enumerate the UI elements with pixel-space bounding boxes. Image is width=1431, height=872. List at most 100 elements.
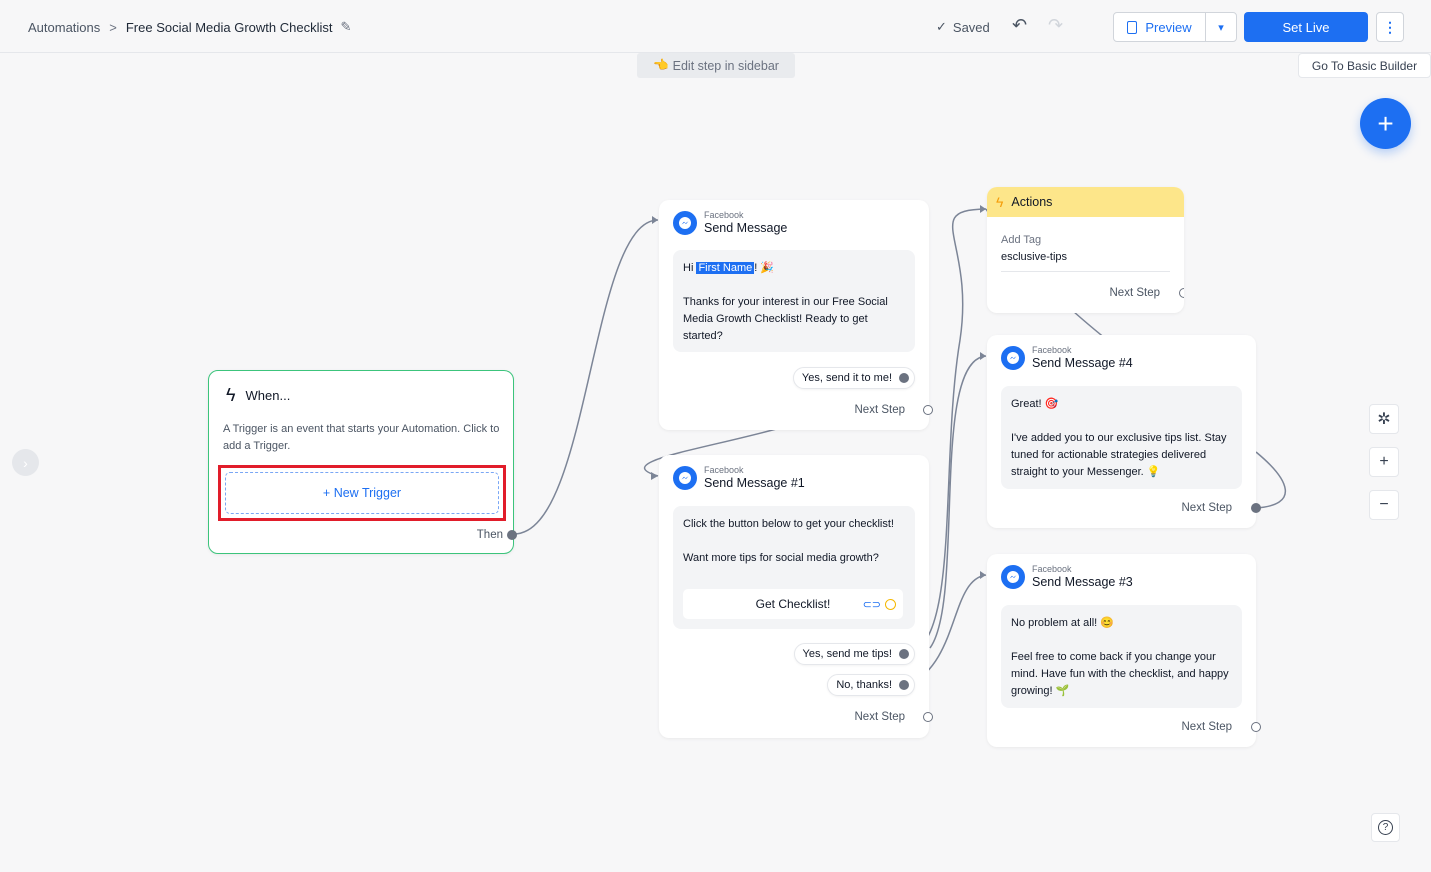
trigger-card[interactable]: ϟ When... A Trigger is an event that sta… — [208, 370, 517, 554]
zoom-out-icon[interactable]: − — [1369, 490, 1399, 520]
next-step-label: Next Step — [1181, 502, 1233, 514]
check-icon: ✓ — [936, 19, 947, 34]
trigger-description: A Trigger is an event that starts your A… — [223, 423, 500, 452]
action-value: esclusive-tips — [1001, 251, 1068, 263]
edit-hint-label: Edit step in sidebar — [672, 58, 779, 73]
get-checklist-button[interactable]: Get Checklist! ⊂⊃ — [683, 589, 903, 619]
send-message-3-header: Facebook Send Message #3 — [1001, 564, 1133, 589]
next-step-port[interactable] — [1251, 503, 1261, 513]
chevron-right-icon[interactable]: › — [12, 449, 39, 476]
message-text: I've added you to our exclusive tips lis… — [1011, 432, 1227, 478]
message-text: Thanks for your interest in our Free Soc… — [683, 296, 888, 342]
quick-reply-label: Yes, send it to me! — [801, 372, 892, 384]
platform-label: Facebook — [704, 465, 744, 475]
preview-button[interactable]: Preview — [1114, 13, 1206, 41]
divider — [1001, 271, 1170, 272]
next-step-label: Next Step — [854, 404, 906, 416]
actions-card[interactable]: ϟ Actions Add Tag esclusive-tips Next St… — [987, 187, 1184, 313]
magic-wand-icon[interactable]: ✲ — [1369, 404, 1399, 434]
arrowhead — [980, 571, 986, 579]
breadcrumb-separator: > — [109, 19, 117, 35]
edit-hint: 👈 Edit step in sidebar — [637, 53, 795, 78]
plus-icon[interactable]: + — [1360, 98, 1411, 149]
action-label: Add Tag — [1001, 234, 1042, 246]
help-icon: ? — [1378, 820, 1393, 835]
next-step-label: Next Step — [1181, 721, 1233, 733]
saved-label: Saved — [952, 19, 990, 35]
zoom-in-icon[interactable]: + — [1369, 447, 1399, 477]
preview-button-group: Preview ▾ — [1113, 12, 1237, 42]
wire-trigger-to-send-message — [513, 219, 659, 535]
next-step-port[interactable] — [1251, 722, 1261, 732]
breadcrumb: Automations > Free Social Media Growth C… — [28, 19, 351, 35]
then-label: Then — [476, 529, 503, 541]
bolt-icon: ϟ — [996, 194, 1004, 210]
quick-reply-label: Yes, send me tips! — [802, 648, 892, 660]
top-bar: Automations > Free Social Media Growth C… — [0, 0, 1431, 53]
new-trigger-button[interactable]: + New Trigger — [225, 472, 499, 514]
help-button[interactable]: ? — [1371, 813, 1400, 842]
kebab-icon[interactable]: ⋮ — [1376, 12, 1404, 42]
link-icon: ⊂⊃ — [862, 599, 881, 611]
automation-title: Free Social Media Growth Checklist — [125, 19, 333, 35]
messenger-icon — [673, 465, 697, 490]
step-title: Send Message #1 — [704, 476, 805, 490]
bolt-icon: ϟ — [226, 385, 236, 405]
message-text: No problem at all! 😊 — [1011, 617, 1114, 629]
send-message-1-card[interactable]: Facebook Send Message #1 Click the butto… — [659, 455, 933, 738]
step-title: Send Message #4 — [1032, 356, 1133, 370]
pencil-icon[interactable]: ✎ — [341, 19, 352, 35]
arrowhead — [980, 205, 986, 213]
arrowhead — [652, 216, 658, 224]
message-bubble[interactable]: Click the button below to get your check… — [673, 506, 915, 629]
first-name-token: First Name — [696, 262, 755, 274]
next-step-port[interactable] — [923, 712, 933, 722]
next-step-port[interactable] — [923, 405, 933, 415]
redo-icon[interactable]: ↷ — [1048, 15, 1063, 36]
quick-reply-port[interactable] — [899, 680, 909, 690]
quick-reply-label: No, thanks! — [836, 679, 892, 691]
quick-reply[interactable]: Yes, send me tips! — [793, 643, 915, 665]
actions-title: Actions — [1011, 195, 1053, 209]
actions-header: ϟ Actions — [987, 187, 1184, 217]
step-title: Send Message #3 — [1032, 575, 1133, 589]
arrowhead — [651, 472, 658, 480]
message-text: Great! 🎯 — [1011, 398, 1059, 410]
next-step-label: Next Step — [854, 711, 906, 723]
message-text: Want more tips for social media growth? — [683, 552, 879, 564]
greeting-suffix: ! 🎉 — [754, 262, 775, 274]
platform-label: Facebook — [704, 210, 744, 220]
messenger-icon — [673, 210, 697, 235]
next-step-port[interactable] — [1179, 288, 1184, 298]
quick-reply-port[interactable] — [899, 373, 909, 383]
messenger-icon — [1001, 564, 1025, 589]
then-port[interactable] — [507, 530, 517, 540]
chevron-down-icon[interactable]: ▾ — [1206, 13, 1236, 41]
quick-reply[interactable]: No, thanks! — [827, 674, 915, 696]
set-live-button[interactable]: Set Live — [1244, 12, 1368, 42]
action-item[interactable]: Add Tag esclusive-tips — [1001, 232, 1067, 266]
breadcrumb-automations-link[interactable]: Automations — [28, 20, 100, 35]
next-step-label: Next Step — [1109, 287, 1161, 299]
message-bubble[interactable]: Hi First Name! 🎉 Thanks for your interes… — [673, 250, 915, 352]
send-message-card[interactable]: Facebook Send Message Hi First Name! 🎉 T… — [659, 200, 933, 430]
send-message-4-card[interactable]: Facebook Send Message #4 Great! 🎯 I've a… — [987, 335, 1261, 528]
step-title: Send Message — [704, 221, 788, 235]
document-icon — [1127, 20, 1138, 34]
new-trigger-highlight: + New Trigger — [218, 465, 506, 521]
send-message-header: Facebook Send Message — [673, 210, 787, 235]
saved-status: ✓ Saved — [936, 19, 990, 35]
get-checklist-label: Get Checklist! — [755, 596, 831, 611]
message-bubble[interactable]: No problem at all! 😊 Feel free to come b… — [1001, 605, 1242, 708]
pointing-hand-icon: 👈 — [653, 58, 669, 72]
message-bubble[interactable]: Great! 🎯 I've added you to our exclusive… — [1001, 386, 1242, 489]
preview-label: Preview — [1145, 19, 1192, 35]
button-port[interactable] — [885, 599, 896, 610]
undo-icon[interactable]: ↶ — [1012, 15, 1027, 36]
message-text: Click the button below to get your check… — [683, 518, 894, 530]
quick-reply-port[interactable] — [899, 649, 909, 659]
basic-builder-button[interactable]: Go To Basic Builder — [1298, 53, 1431, 78]
quick-reply[interactable]: Yes, send it to me! — [792, 367, 915, 389]
send-message-3-card[interactable]: Facebook Send Message #3 No problem at a… — [987, 554, 1261, 747]
messenger-icon — [1001, 345, 1025, 370]
